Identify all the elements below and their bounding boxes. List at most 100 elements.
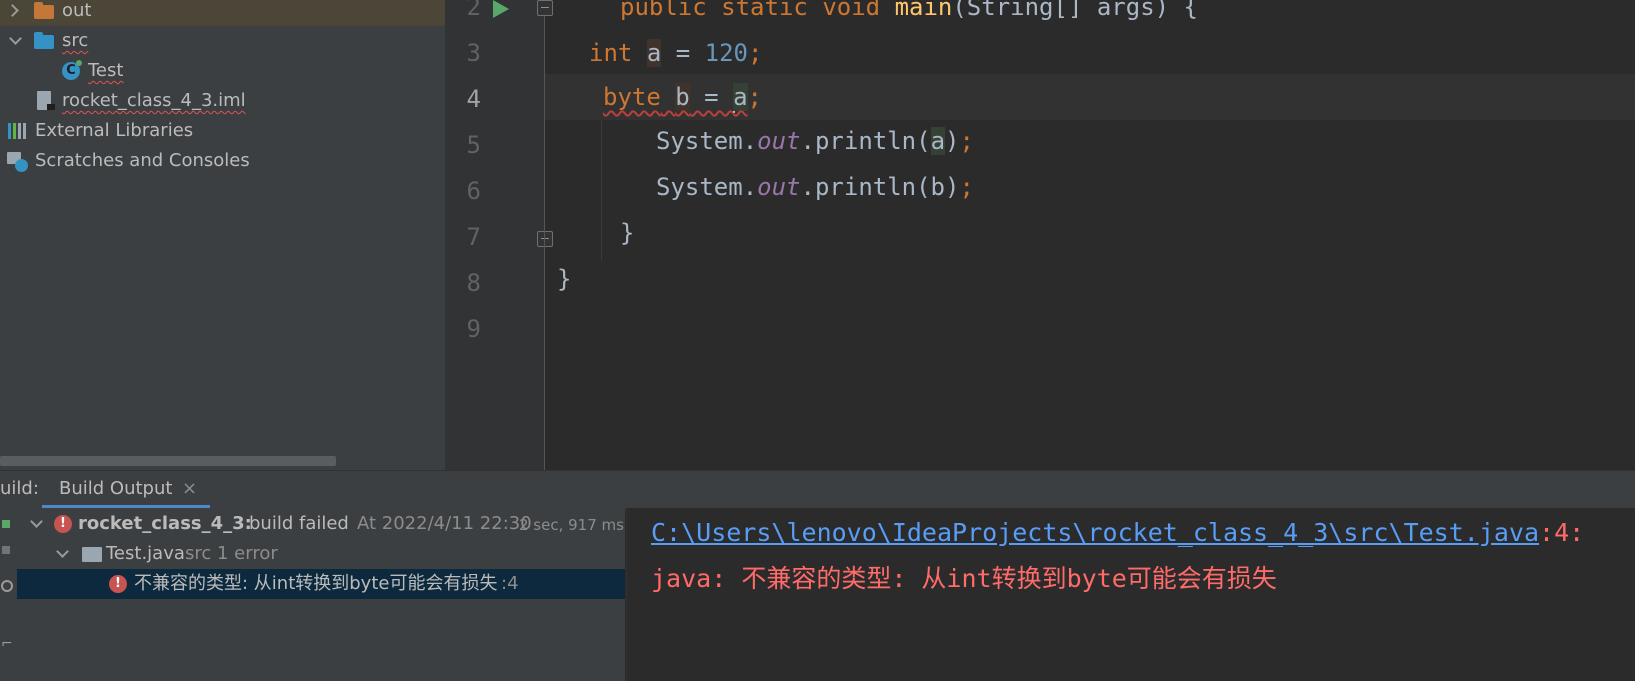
console-error-line: java: 不兼容的类型: 从int转换到byte可能会有损失 (651, 556, 1277, 602)
libraries-icon-bar (18, 123, 21, 139)
build-error-message: 不兼容的类型: 从int转换到byte可能会有损失 (134, 573, 498, 594)
build-tree: ! rocket_class_4_3: build failed At 2022… (17, 508, 625, 681)
build-duration: 2 sec, 917 ms (519, 516, 624, 534)
code-line-6: System.out.println(b); (656, 164, 974, 210)
line-number: 7 (466, 223, 481, 251)
build-time: At 2022/4/11 22:30 (357, 513, 532, 534)
chevron-down-icon[interactable] (56, 545, 69, 558)
indent-guide (601, 120, 602, 260)
build-title: uild: (0, 478, 39, 499)
libraries-icon-bar (23, 123, 26, 139)
keyword: static (721, 0, 808, 21)
semicolon: ; (747, 39, 763, 67)
console-file-link[interactable]: C:\Users\lenovo\IdeaProjects\rocket_clas… (651, 518, 1539, 547)
tree-item-label: rocket_class_4_3.iml (62, 90, 246, 111)
rerun-icon[interactable] (2, 520, 10, 528)
code-text: = (689, 83, 734, 111)
console-error-text: 不兼容的类型: 从int转换到byte可能会有损失 (741, 564, 1277, 593)
keyword: public (620, 0, 707, 21)
tree-item-label: Scratches and Consoles (35, 150, 250, 171)
keyword: void (822, 0, 881, 21)
keyword: byte (603, 83, 661, 111)
number-literal: 120 (704, 39, 748, 67)
pin-icon[interactable]: ⌐ (1, 636, 13, 652)
settings-icon[interactable] (1, 580, 13, 592)
error-icon: ! (109, 575, 127, 593)
stop-icon[interactable] (2, 546, 10, 554)
tree-item-label: Test (88, 60, 124, 81)
line-number: 9 (466, 315, 481, 343)
editor-gutter: 2 3 4 5 6 7 8 9 (445, 0, 582, 470)
tab-build-output[interactable]: Build Output × (42, 470, 212, 508)
method-name: main (894, 0, 953, 21)
code-text: ) (945, 127, 960, 155)
build-file-meta: src 1 error (185, 543, 278, 564)
build-toolbar: ⌐ (0, 508, 18, 681)
clock-icon (15, 159, 28, 172)
code-editor[interactable]: 2 3 4 5 6 7 8 9 public static void main(… (445, 0, 1635, 470)
console-error-prefix: java: (651, 564, 742, 593)
folder-orange-icon (34, 2, 54, 19)
run-marker-icon (76, 60, 82, 66)
variable-ref: a (930, 127, 946, 155)
build-tree-row-file[interactable]: Test.java src 1 error (17, 539, 625, 569)
variable-ref: a (733, 83, 748, 111)
build-tree-row-error[interactable]: ! 不兼容的类型: 从int转换到byte可能会有损失 :4 (17, 569, 625, 599)
code-text: System. (656, 127, 758, 155)
code-text: } (557, 265, 572, 293)
tree-item-label: External Libraries (35, 120, 194, 141)
build-tool-window-header (0, 470, 1635, 509)
line-number: 2 (466, 0, 481, 21)
build-status: build failed (249, 513, 349, 534)
tree-item-out[interactable]: out (0, 0, 445, 26)
libraries-icon-bar (13, 123, 16, 139)
build-tree-row-project[interactable]: ! rocket_class_4_3: build failed At 2022… (17, 509, 625, 539)
gutter-separator (544, 16, 545, 470)
code-line-3: int a = 120; (589, 30, 762, 76)
line-number: 8 (466, 269, 481, 297)
chevron-down-icon[interactable] (30, 515, 43, 528)
tree-item-label: out (62, 0, 92, 21)
code-text: } (620, 219, 635, 247)
code-text: = (661, 39, 705, 67)
console-path-suffix: :4: (1539, 518, 1585, 547)
chevron-right-icon[interactable] (6, 4, 19, 17)
code-line-8: } (557, 256, 571, 302)
file-icon (82, 547, 102, 562)
close-icon[interactable]: × (182, 470, 197, 508)
build-error-line: :4 (501, 573, 519, 594)
static-field: out (757, 173, 801, 201)
iml-file-badge (47, 104, 55, 110)
run-icon[interactable] (491, 0, 511, 20)
libraries-icon (8, 123, 11, 139)
tab-label: Build Output (59, 478, 173, 499)
project-tool-window: out src C Test rocket_class_4_3.iml Exte… (0, 0, 445, 470)
semicolon: ; (747, 83, 762, 111)
console-path-line: C:\Users\lenovo\IdeaProjects\rocket_clas… (651, 510, 1584, 556)
build-console[interactable]: C:\Users\lenovo\IdeaProjects\rocket_clas… (626, 508, 1635, 681)
horizontal-scrollbar[interactable] (0, 456, 336, 466)
build-project-name: rocket_class_4_3: (78, 513, 252, 534)
variable: a (646, 39, 662, 67)
folder-blue-icon (34, 32, 54, 49)
line-number: 5 (466, 131, 481, 159)
fold-marker-icon[interactable] (537, 0, 553, 16)
error-icon: ! (54, 515, 72, 533)
semicolon: ; (959, 173, 974, 201)
fold-marker-icon[interactable] (537, 231, 553, 247)
keyword: int (589, 39, 633, 67)
code-line-2: public static void main(String[] args) { (620, 0, 1198, 30)
chevron-down-icon[interactable] (9, 32, 22, 45)
variable: b (675, 83, 690, 111)
code-text: .println( (800, 127, 931, 155)
code-text: .println(b) (800, 173, 960, 201)
line-number: 3 (466, 39, 481, 67)
semicolon: ; (959, 127, 974, 155)
line-number: 4 (466, 85, 481, 113)
line-number: 6 (466, 177, 481, 205)
build-file-name: Test.java (106, 543, 185, 564)
code-line-5: System.out.println(a); (656, 118, 974, 164)
code-text: (String[] args) { (952, 0, 1198, 21)
code-line-4: byte b = a; (603, 74, 762, 120)
tree-item-label: src (62, 30, 89, 51)
